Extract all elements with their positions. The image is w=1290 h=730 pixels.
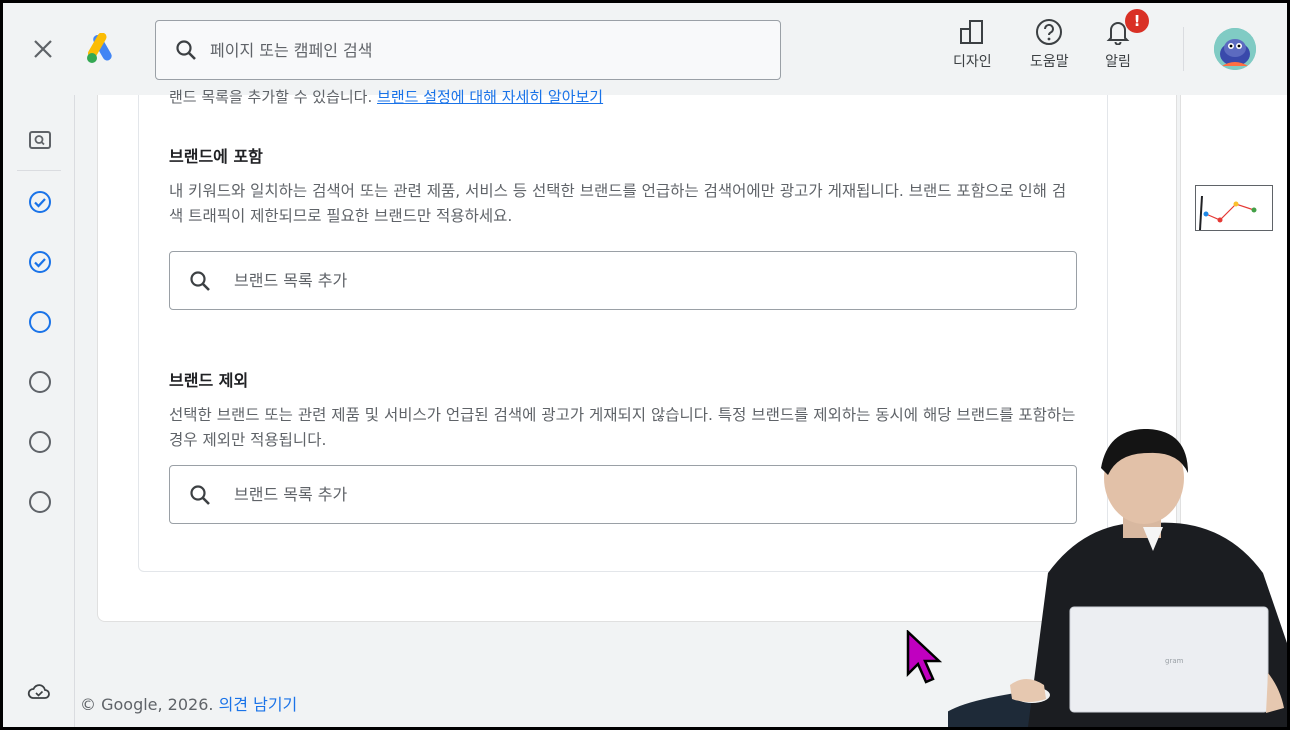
app-window: 디자인 도움말 ! 알림 — [3, 3, 1287, 727]
search-icon — [190, 270, 210, 291]
clipped-text: 랜드 목록을 추가할 수 있습니다. — [169, 88, 373, 106]
learn-more-link[interactable]: 브랜드 설정에 대해 자세히 알아보기 — [377, 88, 603, 106]
rail-step-2[interactable] — [27, 249, 53, 275]
notifications-label: 알림 — [1105, 54, 1131, 70]
rail-step-3[interactable] — [27, 309, 53, 335]
check-circle-icon — [29, 251, 51, 273]
include-brand-list-input[interactable] — [234, 271, 1054, 290]
design-label: 디자인 — [953, 54, 992, 70]
step-rail — [3, 95, 75, 727]
help-icon — [1036, 19, 1063, 45]
avatar[interactable] — [1214, 28, 1256, 70]
check-circle-icon — [29, 191, 51, 213]
notifications-button[interactable]: ! 알림 — [1103, 9, 1149, 77]
search-icon — [176, 40, 196, 60]
rail-step-preview[interactable] — [27, 127, 53, 153]
feedback-link[interactable]: 의견 남기기 — [219, 695, 298, 714]
include-section-title: 브랜드에 포함 — [169, 147, 263, 166]
laptop-brand-text: gram — [1165, 657, 1184, 665]
alert-badge: ! — [1125, 9, 1149, 33]
search-icon — [190, 484, 210, 505]
exclude-brand-list-field[interactable] — [169, 465, 1077, 524]
circle-icon — [29, 431, 51, 453]
top-bar: 디자인 도움말 ! 알림 — [3, 3, 1287, 95]
clipped-description: 랜드 목록을 추가할 수 있습니다. 브랜드 설정에 대해 자세히 알아보기 — [169, 86, 603, 107]
help-label: 도움말 — [1030, 54, 1069, 70]
include-brand-list-field[interactable] — [169, 251, 1077, 310]
header-divider — [1183, 27, 1184, 71]
exclude-section-title: 브랜드 제외 — [169, 371, 249, 390]
rail-separator — [17, 170, 61, 171]
google-ads-logo[interactable] — [85, 33, 119, 65]
circle-icon — [29, 491, 51, 513]
rail-step-4[interactable] — [27, 369, 53, 395]
preview-icon — [29, 131, 51, 149]
design-icon — [960, 20, 984, 44]
close-button[interactable] — [29, 35, 57, 63]
mouse-cursor-icon — [906, 630, 942, 684]
preview-chart-image — [1199, 195, 1257, 231]
exclude-section-description: 선택한 브랜드 또는 관련 제품 및 서비스가 언급된 검색에 광고가 게재되지… — [169, 406, 1076, 449]
footer: © Google, 2026. 의견 남기기 — [80, 691, 297, 715]
cloud-sync-icon[interactable] — [27, 683, 51, 701]
exclude-brand-list-input[interactable] — [234, 485, 1054, 504]
circle-icon — [29, 371, 51, 393]
design-button[interactable]: 디자인 — [953, 17, 992, 77]
rail-step-6[interactable] — [27, 489, 53, 515]
rail-step-5[interactable] — [27, 429, 53, 455]
circle-icon — [29, 311, 51, 333]
page-search-input[interactable] — [210, 40, 770, 60]
help-button[interactable]: 도움말 — [1030, 17, 1069, 77]
rail-step-1[interactable] — [27, 189, 53, 215]
close-icon — [34, 40, 52, 58]
ad-preview-thumbnail[interactable] — [1195, 185, 1273, 231]
avatar-image — [1214, 28, 1256, 70]
presenter-video-overlay: gram — [948, 428, 1287, 727]
page-search-box[interactable] — [155, 20, 781, 80]
include-section-description: 내 키워드와 일치하는 검색어 또는 관련 제품, 서비스 등 선택한 브랜드를… — [169, 182, 1067, 225]
copyright-text: © Google, 2026. — [80, 695, 214, 714]
